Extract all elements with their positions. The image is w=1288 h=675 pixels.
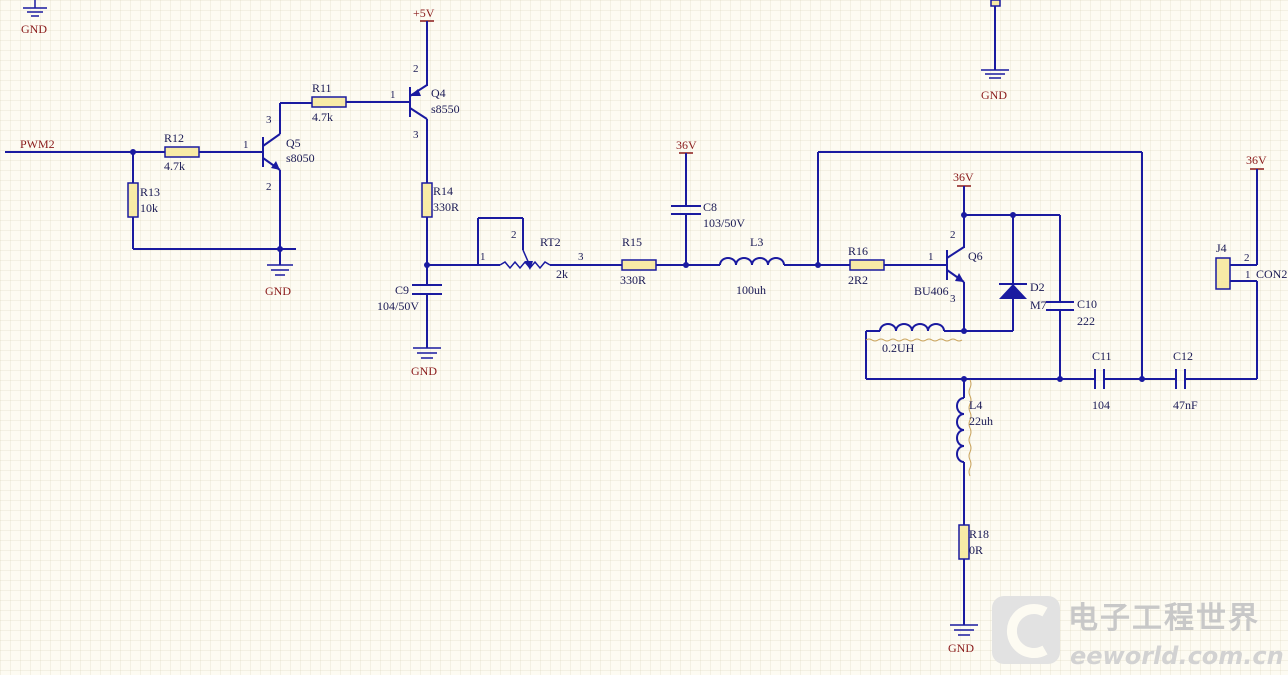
q6-ref: Q6 <box>968 249 983 263</box>
svg-text:3: 3 <box>578 251 584 263</box>
svg-text:2: 2 <box>266 181 272 193</box>
resistor-r15-group: R15 330R <box>620 235 720 287</box>
connector-j4-body <box>1215 257 1231 290</box>
v36-label: 36V <box>1246 153 1267 167</box>
c11-value: 104 <box>1092 398 1110 412</box>
svg-text:1: 1 <box>1245 269 1251 281</box>
svg-text:2: 2 <box>511 229 517 241</box>
resistor-r16-group: R16 2R2 1 <box>848 244 946 287</box>
resistor-r16 <box>849 259 885 271</box>
c9-ref: C9 <box>395 283 409 297</box>
resistor-r14-group: R14 330R <box>421 182 459 284</box>
v36-label: 36V <box>676 138 697 152</box>
inductor-primary: 0.2UH <box>865 323 964 379</box>
c10-ref: C10 <box>1077 297 1097 311</box>
q4-value: s8550 <box>431 102 460 116</box>
watermark-cn: 电子工程世界 <box>1068 601 1260 636</box>
schematic-diagram: 电子工程世界 eeworld.com.cn GND GND PWM2 R12 4… <box>5 0 1287 670</box>
resistor-r13 <box>127 182 139 218</box>
v36-label: 36V <box>953 170 974 184</box>
transistor-q4: 2 3 Q4 s8550 <box>409 63 460 183</box>
c11-ref: C11 <box>1092 349 1112 363</box>
gnd-top-middle: GND <box>981 0 1009 102</box>
primary-coil-value: 0.2UH <box>882 341 915 355</box>
resistor-r14 <box>421 182 433 218</box>
capacitor-c10: C10 222 <box>1046 215 1097 379</box>
r14-ref: R14 <box>433 184 453 198</box>
r11-value: 4.7k <box>312 110 333 124</box>
r15-value: 330R <box>620 273 646 287</box>
svg-text:2: 2 <box>413 63 419 75</box>
inductor-l3: L3 100uh <box>719 235 850 297</box>
c9-value: 104/50V <box>377 299 419 313</box>
l3-ref: L3 <box>750 235 763 249</box>
v5-label: +5V <box>413 6 435 20</box>
c10-value: 222 <box>1077 314 1095 328</box>
r18-ref: R18 <box>969 527 989 541</box>
d2-value: M7 <box>1030 298 1047 312</box>
inductor-l4: L4 22uh <box>956 379 993 525</box>
resistor-r12 <box>164 146 200 158</box>
q5-ref: Q5 <box>286 136 301 150</box>
watermark-en: eeworld.com.cn <box>1070 642 1284 670</box>
capacitor-c8: 36V C8 103/50V <box>671 138 745 265</box>
svg-text:3: 3 <box>413 129 419 141</box>
transistor-q5: 3 2 Q5 s8050 <box>262 103 315 265</box>
svg-text:2: 2 <box>1244 252 1250 264</box>
j4-ref: J4 <box>1216 241 1227 255</box>
svg-text:2: 2 <box>950 229 956 241</box>
pwm-input-stage: PWM2 R12 4.7k 1 R13 10k <box>5 131 296 252</box>
c8-ref: C8 <box>703 200 717 214</box>
l4-value: 22uh <box>969 414 993 428</box>
gnd-label: GND <box>21 22 47 36</box>
q6-value: BU406 <box>914 284 949 298</box>
resistor-r11 <box>311 96 347 108</box>
j4-value: CON2 <box>1256 267 1287 281</box>
c8-value: 103/50V <box>703 216 745 230</box>
r12-value: 4.7k <box>164 159 185 173</box>
resistor-r18 <box>958 524 970 560</box>
connector-j4: 36V J4 2 1 CON2 <box>1215 153 1287 290</box>
c12-ref: C12 <box>1173 349 1193 363</box>
c12-value: 47nF <box>1173 398 1198 412</box>
gnd-label: GND <box>265 284 291 298</box>
svg-text:1: 1 <box>928 251 934 263</box>
r11-ref: R11 <box>312 81 332 95</box>
r13-ref: R13 <box>140 185 160 199</box>
rt2-ref: RT2 <box>540 235 561 249</box>
r14-value: 330R <box>433 200 459 214</box>
resistor-r11-group: R11 4.7k 1 <box>280 81 410 124</box>
diode-d2: D2 M7 <box>961 212 1060 334</box>
gnd-q5: GND <box>265 264 293 298</box>
pwm2-net-label: PWM2 <box>20 137 55 151</box>
d2-ref: D2 <box>1030 280 1045 294</box>
resistor-r15 <box>621 259 657 271</box>
q4-ref: Q4 <box>431 86 446 100</box>
transistor-q6: 36V 2 3 Q6 BU406 <box>914 170 983 332</box>
r12-ref: R12 <box>164 131 184 145</box>
svg-text:3: 3 <box>266 114 272 126</box>
capacitor-c9: C9 104/50V GND <box>377 283 442 378</box>
r16-value: 2R2 <box>848 273 868 287</box>
gnd-label: GND <box>411 364 437 378</box>
svg-text:1: 1 <box>480 251 486 263</box>
r15-ref: R15 <box>622 235 642 249</box>
r13-value: 10k <box>140 201 158 215</box>
svg-text:1: 1 <box>243 139 249 151</box>
l4-ref: L4 <box>969 398 982 412</box>
rt2-value: 2k <box>556 267 568 281</box>
potentiometer-rt2: 1 3 2 RT2 2k <box>427 217 622 281</box>
svg-text:3: 3 <box>950 293 956 305</box>
r18-value: 0R <box>969 543 983 557</box>
r16-ref: R16 <box>848 244 868 258</box>
svg-text:1: 1 <box>390 89 396 101</box>
l3-value: 100uh <box>736 283 766 297</box>
output-bus: C11 104 C12 47nF <box>866 281 1258 412</box>
gnd-label: GND <box>948 641 974 655</box>
gnd-label: GND <box>981 88 1007 102</box>
watermark: 电子工程世界 eeworld.com.cn <box>992 596 1284 670</box>
resistor-r18-group: R18 0R GND <box>948 524 989 655</box>
q5-value: s8050 <box>286 151 315 165</box>
gnd-top-left: GND <box>21 0 47 36</box>
